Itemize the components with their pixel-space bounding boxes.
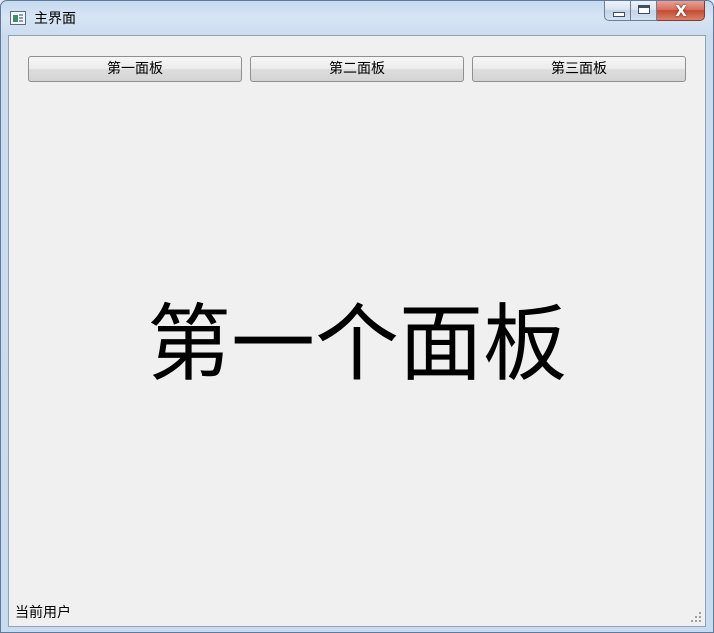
title-bar[interactable]: 主界面 X	[1, 1, 713, 35]
panel-two-button[interactable]: 第二面板	[250, 56, 464, 82]
window-controls: X	[604, 1, 705, 23]
main-window: 主界面 X 第一面板 第二面板 第三面板 第一个面板 当前用户	[0, 0, 714, 633]
minimize-icon	[613, 12, 625, 17]
maximize-button[interactable]	[630, 1, 657, 21]
panel-three-button[interactable]: 第三面板	[472, 56, 686, 82]
panel-one-button[interactable]: 第一面板	[28, 56, 242, 82]
minimize-button[interactable]	[604, 1, 630, 21]
app-window-icon[interactable]	[10, 11, 26, 25]
panel-heading: 第一个面板	[146, 295, 567, 393]
maximize-icon	[638, 5, 650, 14]
status-current-user: 当前用户	[15, 605, 71, 621]
close-button[interactable]: X	[657, 1, 705, 21]
close-icon: X	[675, 2, 687, 20]
resize-grip-icon[interactable]	[690, 611, 702, 623]
window-title: 主界面	[34, 11, 76, 27]
client-area: 第一面板 第二面板 第三面板 第一个面板 当前用户	[8, 35, 706, 627]
